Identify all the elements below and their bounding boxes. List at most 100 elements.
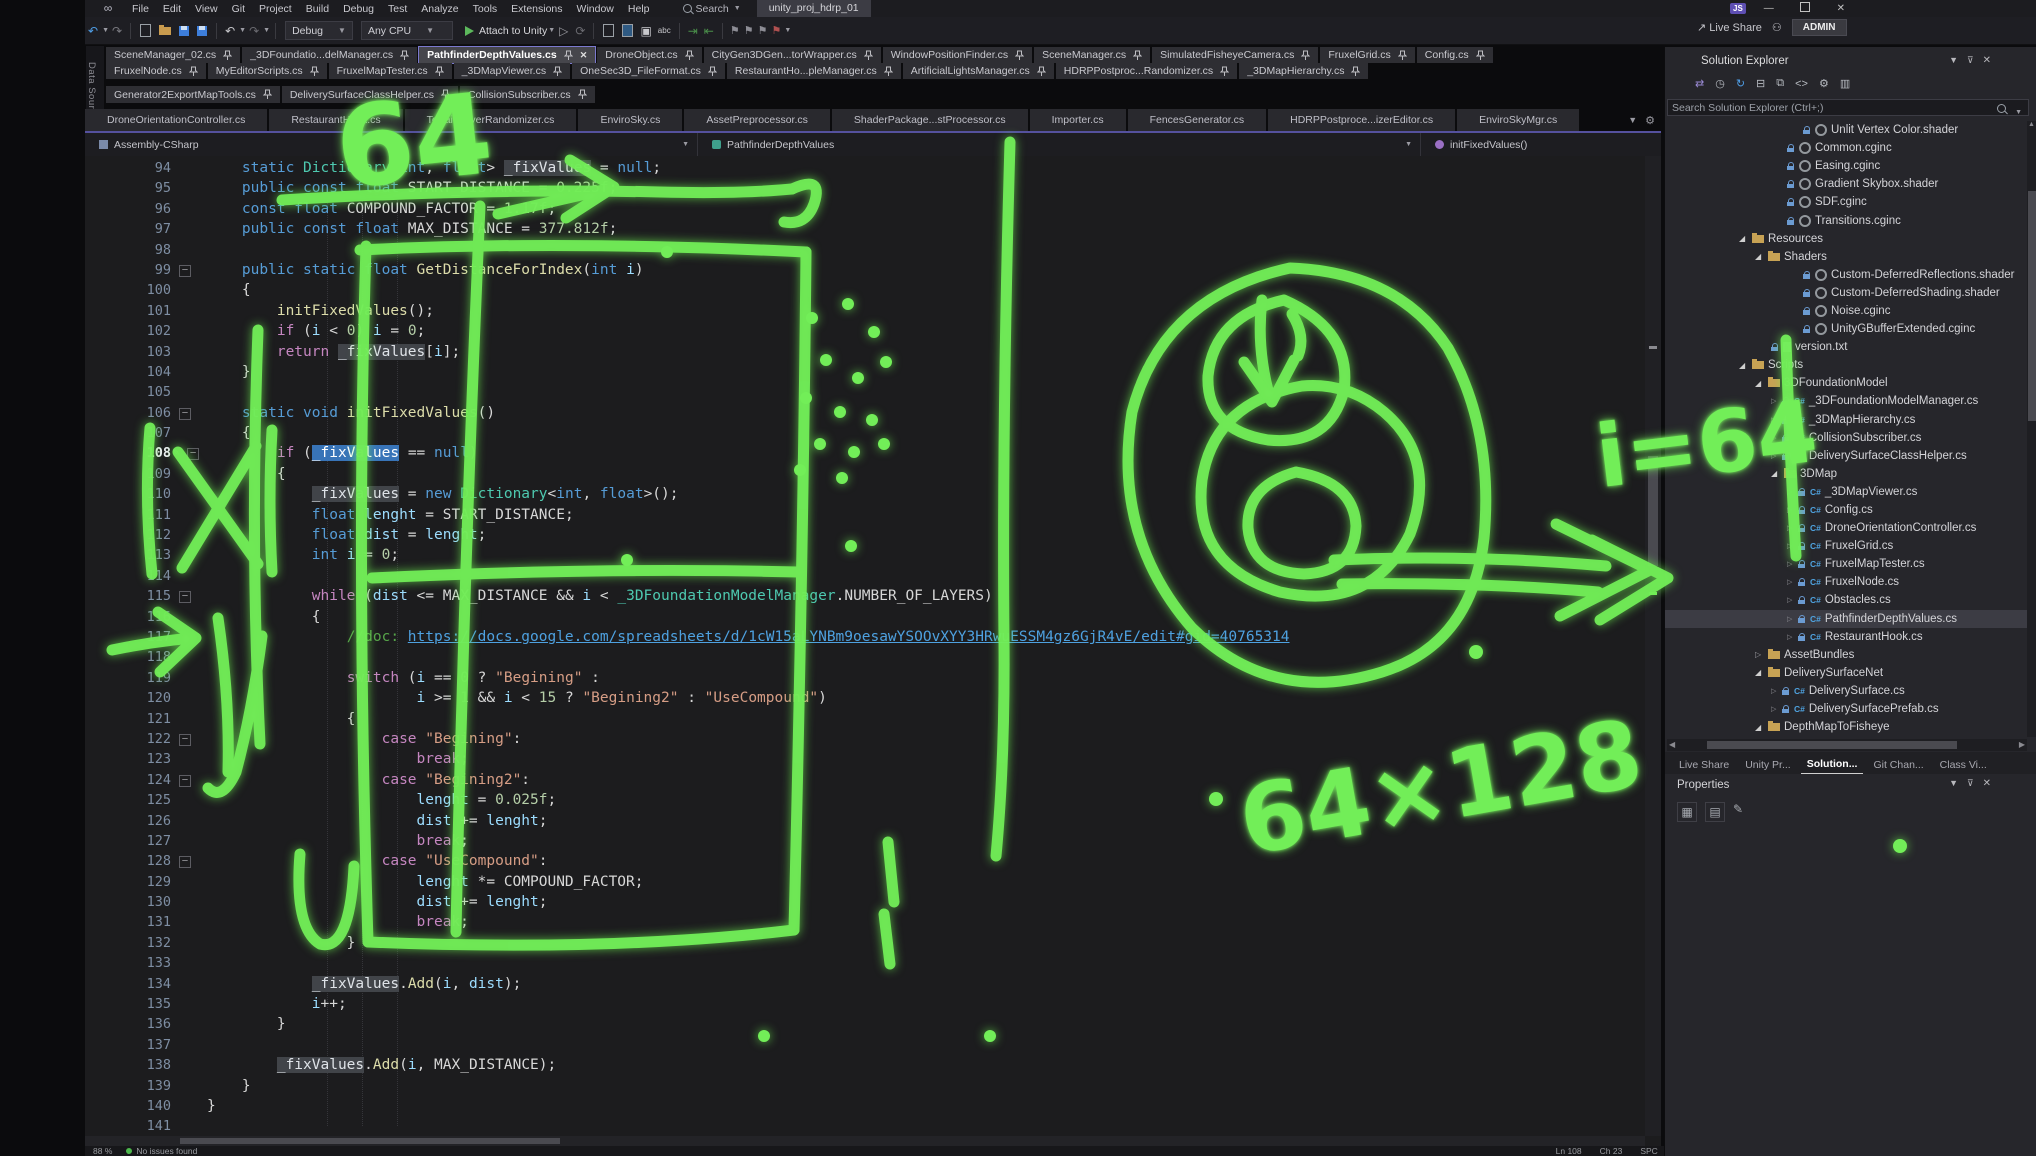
pin-icon[interactable] <box>685 50 694 61</box>
window-split-icon[interactable]: ▣ <box>640 24 651 38</box>
tab-fruxelgrid-cs[interactable]: FruxelGrid.cs <box>1320 47 1414 63</box>
collapsed-arrow-icon[interactable]: ▷ <box>1771 705 1778 713</box>
panel-tab-git-chan-[interactable]: Git Chan... <box>1867 756 1929 774</box>
code-line[interactable]: 98 <box>85 240 1661 260</box>
pin-icon[interactable] <box>864 50 873 61</box>
tree-item-3dmap[interactable]: ◢3DMap <box>1665 465 2027 483</box>
tree-item-droneorientationcontroller-cs[interactable]: ▷C#DroneOrientationController.cs <box>1665 519 2027 537</box>
code-line[interactable]: 120 i >= 1 && i < 15 ? "Begining2" : "Us… <box>85 688 1661 708</box>
tree-item-fruxelgrid-cs[interactable]: ▷C#FruxelGrid.cs <box>1665 537 2027 555</box>
nav-back-icon[interactable]: ↶ <box>88 24 98 38</box>
tree-item-custom-deferredreflections-shader[interactable]: Custom-DeferredReflections.shader <box>1665 266 2027 284</box>
pin-icon[interactable] <box>1015 50 1024 61</box>
code-line[interactable]: 116 { <box>85 607 1661 627</box>
collapse-all-icon[interactable]: ⊟ <box>1756 77 1765 90</box>
tree-item-restauranthook-cs[interactable]: ▷C#RestaurantHook.cs <box>1665 628 2027 646</box>
code-line[interactable]: 104 } <box>85 362 1661 382</box>
fold-box-icon[interactable]: – <box>187 448 199 460</box>
scrollbar-thumb[interactable] <box>1648 456 1658 566</box>
tree-item-pathfinderdepthvalues-cs[interactable]: ▷C#PathfinderDepthValues.cs <box>1665 610 2027 628</box>
code-line[interactable]: 107 { <box>85 423 1661 443</box>
scrollbar-thumb[interactable] <box>180 1138 560 1144</box>
bookmark-prev-icon[interactable]: ⚑ <box>744 24 754 37</box>
code-line[interactable]: 102 if (i < 0) i = 0; <box>85 321 1661 341</box>
tab-windowpositionfinder-cs[interactable]: WindowPositionFinder.cs <box>883 47 1032 63</box>
code-line[interactable]: 96 const float COMPOUND_FACTOR = 1.17f; <box>85 199 1661 219</box>
categorized-icon[interactable]: ▦ <box>1677 802 1697 822</box>
code-line[interactable]: 109 { <box>85 464 1661 484</box>
tab-assetpreprocessor-cs[interactable]: AssetPreprocessor.cs <box>684 109 830 131</box>
menu-file[interactable]: File <box>125 2 156 16</box>
pin-icon[interactable] <box>223 50 232 61</box>
tree-item--3dmaphierarchy-cs[interactable]: ▷C#_3DMapHierarchy.cs <box>1665 411 2027 429</box>
tab-scenemanager-02-cs[interactable]: SceneManager_02.cs <box>106 47 240 63</box>
nav-forward-icon[interactable]: ↷ <box>112 24 122 38</box>
tab-pathfinderdepthvalues-cs[interactable]: PathfinderDepthValues.cs✕ <box>419 47 595 63</box>
tree-item-deliverysurfaceclasshelper-cs[interactable]: ▷C#DeliverySurfaceClassHelper.cs <box>1665 447 2027 465</box>
code-editor[interactable]: 94 static Dictionary<int, float> _fixVal… <box>85 156 1661 1156</box>
menu-test[interactable]: Test <box>381 2 414 16</box>
admin-account-button[interactable]: ADMIN <box>1792 19 1847 36</box>
solution-search-input[interactable]: Search Solution Explorer (Ctrl+;) ▼ <box>1667 99 2029 116</box>
tab-shaderpackage-stprocessor-cs[interactable]: ShaderPackage...stProcessor.cs <box>832 109 1028 131</box>
code-line[interactable]: 125 lenght = 0.025f; <box>85 790 1661 810</box>
collapsed-arrow-icon[interactable]: ▷ <box>1787 615 1794 623</box>
code-line[interactable]: 101 initFixedValues(); <box>85 301 1661 321</box>
code-line[interactable]: 99– public static float GetDistanceForIn… <box>85 260 1661 280</box>
pin-icon[interactable]: ⊽ <box>1967 778 1974 789</box>
code-line[interactable]: 124– case "Begining2": <box>85 770 1661 790</box>
tree-item-depthmaptofisheye[interactable]: ◢DepthMapToFisheye <box>1665 718 2027 736</box>
pin-icon[interactable] <box>263 89 272 100</box>
scroll-left-icon[interactable]: ◀ <box>1669 740 1675 749</box>
tab--3dfoundatio-delmanager-cs[interactable]: _3DFoundatio...delManager.cs <box>242 47 417 63</box>
save-icon[interactable] <box>179 26 189 36</box>
pin-icon[interactable] <box>1037 66 1046 77</box>
expanded-arrow-icon[interactable]: ◢ <box>1755 252 1764 261</box>
menu-view[interactable]: View <box>188 2 225 16</box>
search-box[interactable]: Search ▼ <box>683 3 741 15</box>
pin-icon[interactable] <box>564 50 573 61</box>
bookmark-icon[interactable]: ⚑ <box>730 24 740 37</box>
platform-dropdown[interactable]: Any CPU▼ <box>361 21 453 40</box>
pin-icon[interactable] <box>435 66 444 77</box>
collapsed-arrow-icon[interactable]: ▷ <box>1787 578 1794 586</box>
tab-hdrppostproce-izereditor-cs[interactable]: HDRPPostproce...izerEditor.cs <box>1268 109 1455 131</box>
tree-item-deliverysurfacenet[interactable]: ◢DeliverySurfaceNet <box>1665 664 2027 682</box>
fold-box-icon[interactable]: – <box>179 408 191 420</box>
chevron-down-icon[interactable]: ▼ <box>1949 55 1958 66</box>
menu-help[interactable]: Help <box>621 2 657 16</box>
fold-box-icon[interactable]: – <box>179 591 191 603</box>
tree-item-assetbundles[interactable]: ▷AssetBundles <box>1665 646 2027 664</box>
code-line[interactable]: 141 <box>85 1116 1661 1136</box>
tree-item-config-cs[interactable]: ▷C#Config.cs <box>1665 501 2027 519</box>
scrollbar-thumb[interactable] <box>1707 741 1957 749</box>
menu-git[interactable]: Git <box>225 2 252 16</box>
tree-item-obstacles-cs[interactable]: ▷C#Obstacles.cs <box>1665 591 2027 609</box>
code-line[interactable]: 117 //doc: https://docs.google.com/sprea… <box>85 627 1661 647</box>
tab-config-cs[interactable]: Config.cs <box>1417 47 1493 63</box>
tab-terrainlayerrandomizer-cs[interactable]: TerrainLayerRandomizer.cs <box>405 109 577 131</box>
code-line[interactable]: 115– while (dist <= MAX_DISTANCE && i < … <box>85 586 1661 606</box>
chevron-down-icon[interactable]: ▼ <box>239 27 246 34</box>
pin-icon[interactable] <box>1301 50 1310 61</box>
debug-config-dropdown[interactable]: Debug▼ <box>285 21 353 40</box>
document-copy-icon[interactable] <box>622 24 633 37</box>
tab-generator2exportmaptools-cs[interactable]: Generator2ExportMapTools.cs <box>106 86 280 103</box>
tab-importer-cs[interactable]: Importer.cs <box>1030 109 1126 131</box>
collapsed-arrow-icon[interactable]: ▷ <box>1771 687 1778 695</box>
code-line[interactable]: 136 } <box>85 1014 1661 1034</box>
code-line[interactable]: 97 public const float MAX_DISTANCE = 377… <box>85 219 1661 239</box>
tree-item-common-cginc[interactable]: Common.cginc <box>1665 139 2027 157</box>
tree-item-fruxelnode-cs[interactable]: ▷C#FruxelNode.cs <box>1665 573 2027 591</box>
tree-item-shaders[interactable]: ◢Shaders <box>1665 248 2027 266</box>
tab-fencesgenerator-cs[interactable]: FencesGenerator.cs <box>1128 109 1267 131</box>
chevron-down-icon[interactable]: ▼ <box>548 27 555 34</box>
pin-icon[interactable] <box>1351 66 1360 77</box>
code-line[interactable]: 122– case "Begining": <box>85 729 1661 749</box>
chevron-down-icon[interactable]: ▼ <box>784 27 791 34</box>
pin-icon[interactable] <box>553 66 562 77</box>
collapsed-arrow-icon[interactable]: ▷ <box>1787 488 1794 496</box>
expanded-arrow-icon[interactable]: ◢ <box>1755 379 1764 388</box>
fold-box-icon[interactable]: – <box>179 775 191 787</box>
tree-item-collisionsubscriber-cs[interactable]: ▷C#CollisionSubscriber.cs <box>1665 429 2027 447</box>
